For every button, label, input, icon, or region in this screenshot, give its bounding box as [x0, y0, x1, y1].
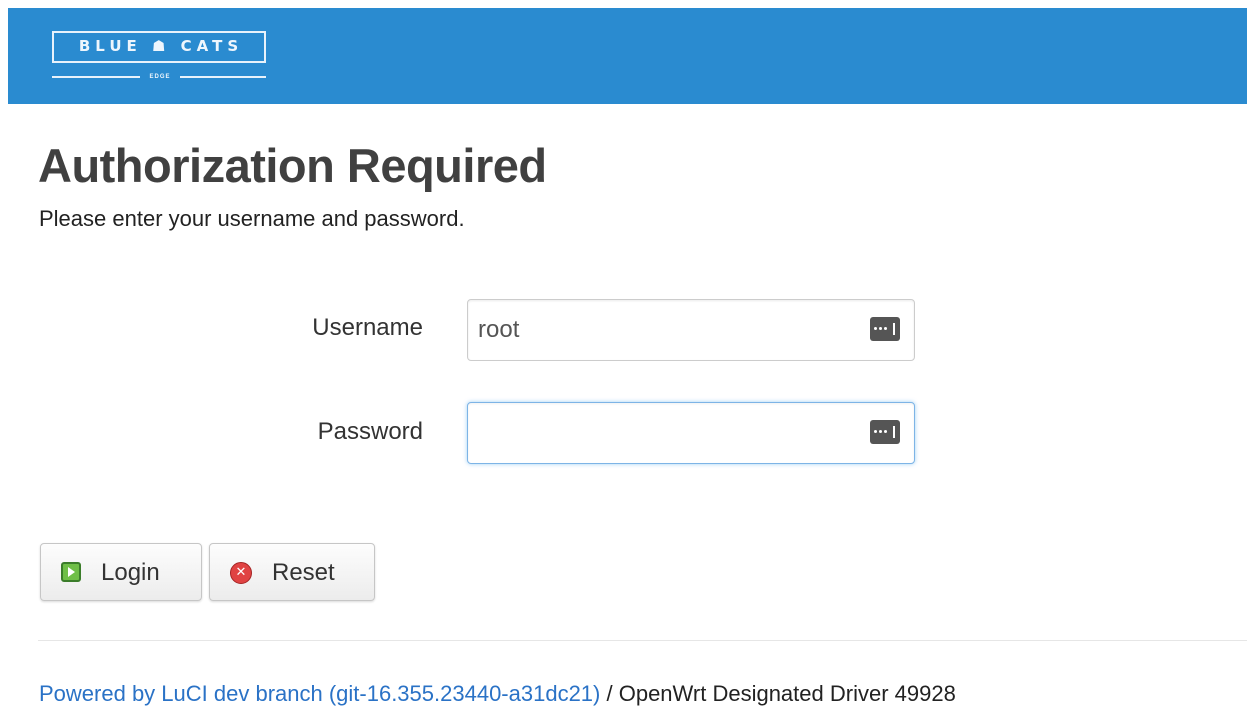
key-dot [879, 327, 882, 330]
key-icon-bar [893, 426, 895, 438]
footer: Powered by LuCI dev branch (git-16.355.2… [39, 681, 956, 707]
logo-rule-left [52, 76, 140, 78]
username-input[interactable] [478, 300, 858, 360]
username-label: Username [312, 314, 423, 341]
footer-divider [38, 640, 1247, 641]
brand-logo[interactable]: BLUE ☗ CATS EDGE [52, 31, 268, 91]
key-icon-dots [874, 430, 888, 434]
key-dot [884, 327, 887, 330]
login-page: BLUE ☗ CATS EDGE Authorization Required … [0, 0, 1247, 712]
key-dot [874, 327, 877, 330]
logo-subtext: EDGE [149, 74, 171, 80]
openwrt-version-text: OpenWrt Designated Driver 49928 [618, 681, 956, 706]
logo-tagline: EDGE [52, 69, 266, 83]
page-subtitle: Please enter your username and password. [39, 206, 465, 231]
password-manager-key-icon[interactable] [870, 420, 900, 444]
login-button[interactable]: Login [40, 543, 202, 601]
password-manager-key-icon[interactable] [870, 317, 900, 341]
play-icon [61, 562, 81, 582]
logo-text: BLUE ☗ CATS [78, 37, 244, 55]
key-icon-dots [874, 327, 888, 331]
password-field-wrapper [467, 402, 915, 464]
reset-button[interactable]: ✕ Reset [209, 543, 375, 601]
page-title: Authorization Required [38, 139, 547, 192]
close-circle-icon: ✕ [230, 562, 252, 584]
logo-rule-right [180, 76, 266, 78]
key-dot [874, 430, 877, 433]
password-label: Password [317, 418, 423, 445]
footer-separator: / [600, 681, 619, 706]
key-dot [884, 430, 887, 433]
password-input[interactable] [478, 403, 858, 463]
login-button-label: Login [101, 559, 160, 586]
key-dot [879, 430, 882, 433]
luci-version-link[interactable]: Powered by LuCI dev branch (git-16.355.2… [39, 681, 600, 706]
header-bar: BLUE ☗ CATS EDGE [8, 8, 1247, 104]
key-icon-bar [893, 323, 895, 335]
reset-button-label: Reset [272, 559, 335, 586]
username-field-wrapper [467, 299, 915, 361]
